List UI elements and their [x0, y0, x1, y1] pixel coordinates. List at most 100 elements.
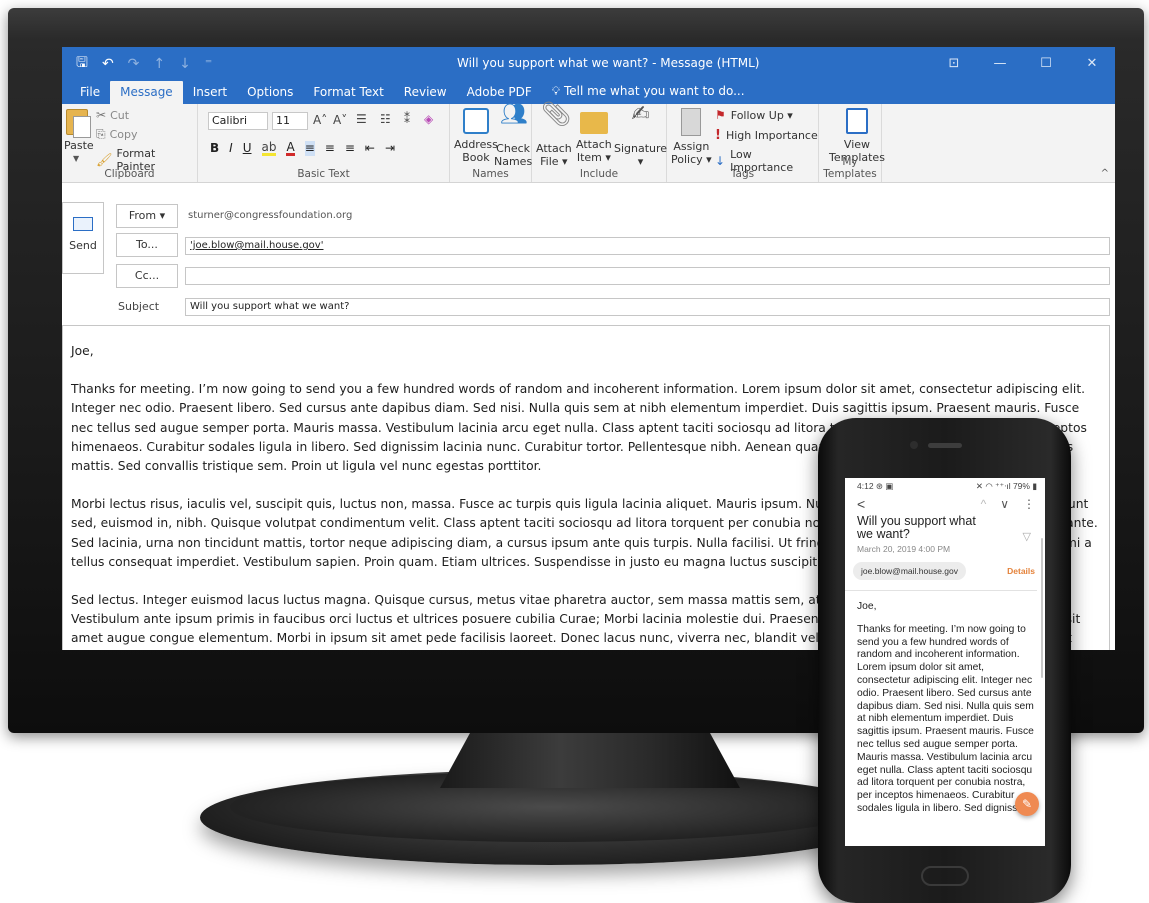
lightbulb-icon: 💡︎	[551, 84, 564, 98]
more-options-icon[interactable]: ⋮	[1023, 497, 1035, 511]
address-book-button[interactable]: Address Book	[454, 108, 498, 164]
next-message-icon[interactable]: ∨	[1000, 497, 1009, 511]
send-button[interactable]: Send	[62, 202, 104, 274]
paste-icon[interactable]	[66, 109, 91, 138]
follow-up-label: Follow Up ▾	[730, 108, 793, 122]
tab-format-text[interactable]: Format Text	[303, 81, 393, 104]
phone-subject: Will you support what we want?	[857, 514, 976, 541]
close-icon[interactable]: ✕	[1069, 56, 1115, 71]
grow-font-icon[interactable]: A˄	[313, 113, 327, 127]
highlight-button[interactable]: ab	[261, 141, 277, 156]
subject-field[interactable]: Will you support what we want?	[185, 298, 1110, 316]
collapse-ribbon-icon[interactable]: ^	[1101, 168, 1109, 179]
arrow-down-icon[interactable]: ↓	[179, 56, 191, 72]
to-field[interactable]: 'joe.blow@mail.house.gov'	[185, 237, 1110, 255]
clipboard-group-label: Clipboard	[104, 168, 155, 180]
address-book-label-2: Book	[462, 151, 490, 164]
maximize-icon[interactable]: ☐	[1023, 56, 1069, 71]
decrease-indent-icon[interactable]: ⇤	[365, 141, 375, 156]
copy-label: Copy	[109, 128, 138, 141]
format-row: B I U ab A ≡ ≡ ≡ ⇤ ⇥	[210, 141, 395, 156]
tab-file[interactable]: File	[70, 81, 110, 104]
undo-icon[interactable]: ↶	[102, 56, 114, 72]
phone-greeting: Joe,	[857, 601, 877, 612]
previous-message-icon[interactable]: ^	[981, 497, 987, 511]
basic-text-group: Calibri 11 A˄ A˅ ☰ ☷ ⁑ ◈ B I U ab A ≡ ≡ …	[198, 104, 450, 182]
follow-up-button[interactable]: ⚑ Follow Up ▾	[715, 108, 793, 122]
redo-icon[interactable]: ↷	[128, 56, 140, 72]
attach-file-button[interactable]: 📎︎ Attach File ▾	[536, 100, 572, 168]
window-title: Will you support what we want? - Message…	[457, 56, 760, 70]
bullets-icon[interactable]: ☰	[356, 112, 367, 126]
to-recipient[interactable]: 'joe.blow@mail.house.gov'	[190, 240, 323, 251]
flag-outline-icon[interactable]: ▽	[1023, 530, 1031, 543]
my-templates-group-label: My Templates	[823, 156, 877, 180]
from-button[interactable]: From ▾	[116, 204, 178, 228]
paste-button[interactable]: Paste	[64, 139, 94, 152]
attach-file-label-1: Attach	[536, 142, 572, 155]
high-importance-button[interactable]: ! High Importance	[715, 128, 818, 143]
template-icon	[845, 108, 868, 134]
align-left-icon[interactable]: ≡	[304, 141, 315, 156]
compose-reply-button[interactable]: ✎	[1015, 792, 1039, 816]
chevron-down-icon[interactable]: ▼	[73, 154, 79, 163]
shrink-font-icon[interactable]: A˅	[333, 113, 347, 127]
customize-qat-icon[interactable]: ⁼	[205, 56, 212, 72]
align-right-icon[interactable]: ≡	[345, 141, 355, 156]
copy-icon: ⎘	[96, 127, 106, 141]
attach-item-button[interactable]: Attach Item ▾	[576, 108, 612, 164]
clear-formatting-icon[interactable]: ◈	[424, 112, 433, 126]
paragraph-style-icon[interactable]: ⁑	[404, 112, 410, 126]
ribbon-display-options-icon[interactable]: ⊡	[931, 56, 977, 71]
arrow-up-icon[interactable]: ↑	[153, 56, 165, 72]
ribbon: Paste ▼ ✂ Cut ⎘ Copy 🖌︎ Format Painter C…	[62, 100, 1115, 183]
tab-review[interactable]: Review	[394, 81, 457, 104]
high-importance-label: High Importance	[725, 129, 818, 142]
phone-scrollbar[interactable]	[1041, 538, 1043, 678]
monitor-neck	[440, 733, 740, 788]
italic-button[interactable]: I	[229, 141, 233, 156]
font-color-button[interactable]: A	[286, 141, 295, 156]
my-templates-group: View Templates My Templates	[819, 104, 885, 182]
to-button[interactable]: To...	[116, 233, 178, 257]
signature-button[interactable]: ✍︎ Signature ▾	[614, 102, 667, 169]
check-names-button[interactable]: 👥︎ Check Names	[494, 104, 532, 169]
include-group: 📎︎ Attach File ▾ Attach Item ▾ ✍︎ Signat…	[532, 100, 667, 182]
paperclip-icon: 📎︎	[540, 100, 572, 128]
cc-field[interactable]	[185, 267, 1110, 285]
include-group-label: Include	[579, 168, 619, 180]
back-arrow-icon[interactable]: <	[857, 496, 865, 512]
tell-me-search[interactable]: 💡︎ Tell me what you want to do...	[542, 80, 755, 104]
speaker-grille	[928, 443, 962, 448]
underline-button[interactable]: U	[243, 141, 252, 156]
signature-icon: ✍︎	[631, 102, 650, 127]
exclamation-icon: !	[715, 128, 721, 143]
details-link[interactable]: Details	[1007, 566, 1035, 576]
cut-button[interactable]: ✂ Cut	[96, 108, 129, 122]
numbering-icon[interactable]: ☷	[380, 112, 391, 126]
font-name-select[interactable]: Calibri	[208, 112, 268, 130]
save-icon[interactable]: 🖫	[76, 52, 88, 76]
font-size-select[interactable]: 11	[272, 112, 308, 130]
policy-icon	[681, 108, 702, 136]
arrow-down-icon: ↓	[715, 154, 726, 168]
increase-indent-icon[interactable]: ⇥	[385, 141, 395, 156]
minimize-icon[interactable]: —	[977, 56, 1023, 71]
phone-message-body: Joe, Thanks for meeting. I’m now going t…	[845, 591, 1045, 816]
tab-insert[interactable]: Insert	[183, 81, 237, 104]
align-center-icon[interactable]: ≡	[325, 141, 335, 156]
tab-message[interactable]: Message	[110, 81, 183, 104]
home-button[interactable]	[921, 866, 969, 886]
tab-options[interactable]: Options	[237, 81, 303, 104]
bold-button[interactable]: B	[210, 141, 219, 156]
cc-button[interactable]: Cc...	[116, 264, 178, 288]
send-icon	[73, 217, 93, 231]
ribbon-tabs: File Message Insert Options Format Text …	[62, 80, 1115, 104]
attach-item-label-1: Attach	[576, 138, 612, 151]
subject-label: Subject	[118, 300, 160, 313]
assign-policy-button[interactable]: Assign Policy ▾	[671, 108, 712, 166]
recipient-chip[interactable]: joe.blow@mail.house.gov	[853, 562, 966, 580]
copy-button[interactable]: ⎘ Copy	[96, 127, 138, 142]
tab-adobe-pdf[interactable]: Adobe PDF	[457, 81, 542, 104]
basic-text-group-label: Basic Text	[297, 168, 350, 180]
